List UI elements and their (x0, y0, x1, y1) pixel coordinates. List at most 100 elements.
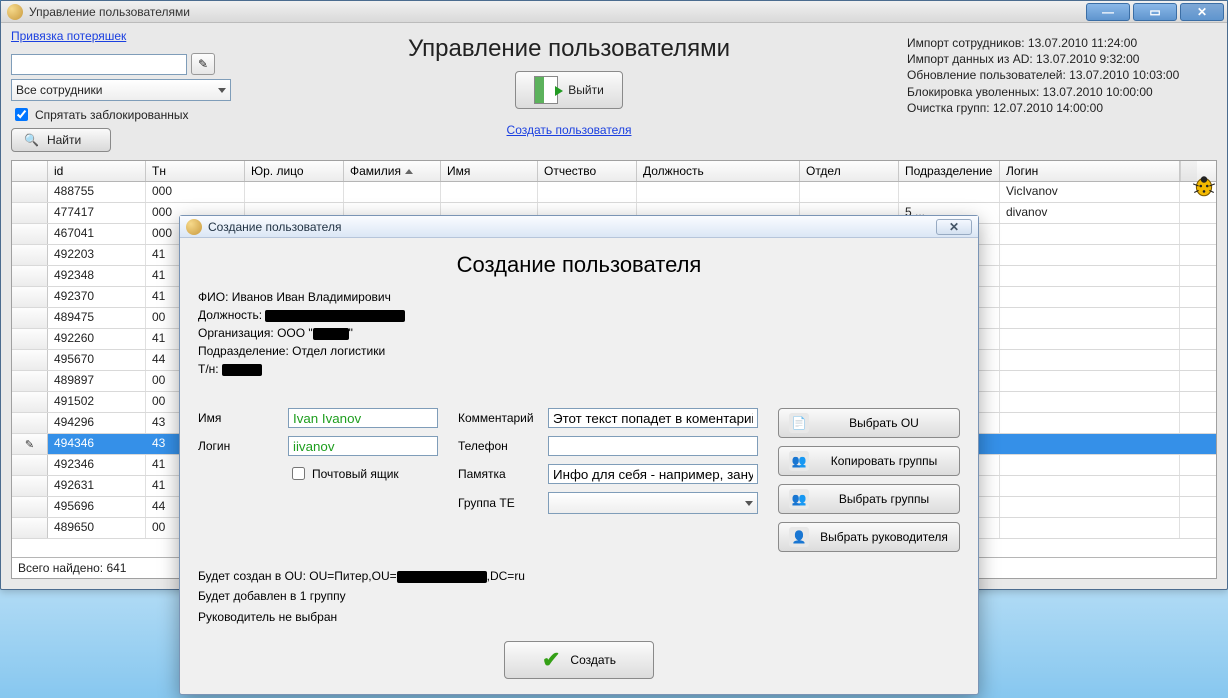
lost-link[interactable]: Привязка потеряшек (11, 29, 231, 43)
mailbox-input[interactable] (292, 467, 305, 480)
cell: 494296 (48, 413, 146, 433)
create-user-link[interactable]: Создать пользователя (507, 123, 632, 137)
dialog-status-block: Будет создан в OU: OU=Питер,OU=,DC=ru Бу… (198, 566, 960, 627)
employee-filter-combo[interactable]: Все сотрудники (11, 79, 231, 101)
cell (1000, 455, 1180, 475)
cell: 492203 (48, 245, 146, 265)
sort-asc-icon (405, 169, 413, 174)
cell: 495670 (48, 350, 146, 370)
row-header (12, 287, 48, 307)
table-row[interactable]: 488755000VicIvanov (12, 182, 1216, 203)
find-button[interactable]: 🔍 Найти (11, 128, 111, 152)
clear-search-button[interactable]: ✎ (191, 53, 215, 75)
cell (1000, 329, 1180, 349)
cell: divanov (1000, 203, 1180, 223)
comment-input[interactable] (548, 408, 758, 428)
name-input[interactable] (288, 408, 438, 428)
cell: 492346 (48, 455, 146, 475)
login-label: Логин (198, 439, 278, 453)
memo-label: Памятка (458, 467, 538, 481)
close-button[interactable]: ✕ (1180, 3, 1224, 21)
cell (637, 182, 800, 202)
hide-blocked-checkbox[interactable]: Спрятать заблокированных (11, 105, 231, 124)
cell: 491502 (48, 392, 146, 412)
tn-line: Т/н: (198, 362, 960, 376)
cell (441, 182, 538, 202)
login-input[interactable] (288, 436, 438, 456)
combo-label: Все сотрудники (16, 83, 102, 97)
editing-icon: ✎ (25, 438, 34, 451)
check-icon: ✔ (542, 647, 560, 673)
dialog-close-button[interactable]: ✕ (936, 219, 972, 235)
minimize-button[interactable]: — (1086, 3, 1130, 21)
cell (1000, 224, 1180, 244)
import-status-block: Импорт сотрудников: 13.07.2010 11:24:00 … (907, 35, 1217, 116)
row-header (12, 518, 48, 538)
row-header (12, 329, 48, 349)
document-icon: 📄 (789, 413, 809, 433)
create-button[interactable]: ✔ Создать (504, 641, 654, 679)
row-header (12, 182, 48, 202)
row-header (12, 266, 48, 286)
exit-button[interactable]: Выйти (515, 71, 623, 109)
col-tn[interactable]: Тн (146, 161, 245, 181)
row-header: ✎ (12, 434, 48, 454)
select-ou-button[interactable]: 📄 Выбрать OU (778, 408, 960, 438)
row-header (12, 392, 48, 412)
col-jur[interactable]: Юр. лицо (245, 161, 344, 181)
copy-groups-button[interactable]: 👥 Копировать группы (778, 446, 960, 476)
groups-status-line: Будет добавлен в 1 группу (198, 586, 960, 606)
cell: 489650 (48, 518, 146, 538)
select-manager-button[interactable]: 👤 Выбрать руководителя (778, 522, 960, 552)
dolzh-line: Должность: (198, 308, 960, 322)
cell: 477417 (48, 203, 146, 223)
users-icon: 👥 (789, 489, 809, 509)
app-icon (7, 4, 23, 20)
row-header (12, 476, 48, 496)
col-otdel[interactable]: Отдел (800, 161, 899, 181)
bug-report-icon[interactable] (1191, 173, 1217, 199)
magnifier-icon: 🔍 (24, 133, 39, 147)
phone-input[interactable] (548, 436, 758, 456)
main-title: Управление пользователями (29, 5, 1086, 19)
exit-label: Выйти (568, 83, 604, 97)
manager-status-line: Руководитель не выбран (198, 607, 960, 627)
col-login[interactable]: Логин (1000, 161, 1180, 181)
cell: 488755 (48, 182, 146, 202)
redacted-block (313, 328, 349, 340)
maximize-button[interactable]: ▭ (1133, 3, 1177, 21)
search-input[interactable] (11, 54, 187, 75)
cell: 492348 (48, 266, 146, 286)
col-otch[interactable]: Отчество (538, 161, 637, 181)
te-group-combo[interactable] (548, 492, 758, 514)
phone-label: Телефон (458, 439, 538, 453)
select-groups-button[interactable]: 👥 Выбрать группы (778, 484, 960, 514)
ou-status-line: Будет создан в OU: OU=Питер,OU=,DC=ru (198, 566, 960, 586)
cell (1000, 476, 1180, 496)
grid-corner (12, 161, 48, 181)
col-fam[interactable]: Фамилия (344, 161, 441, 181)
cell: 000 (146, 182, 245, 202)
cell: 489897 (48, 371, 146, 391)
chevron-down-icon (218, 88, 226, 93)
redacted-block (222, 364, 262, 376)
cell: 495696 (48, 497, 146, 517)
cell: 494346 (48, 434, 146, 454)
col-id[interactable]: id (48, 161, 146, 181)
cell (1000, 350, 1180, 370)
col-dolzh[interactable]: Должность (637, 161, 800, 181)
cell (1000, 287, 1180, 307)
podr-line: Подразделение: Отдел логистики (198, 344, 960, 358)
users-icon: 👥 (789, 451, 809, 471)
cell (245, 182, 344, 202)
mailbox-checkbox[interactable]: Почтовый ящик (288, 464, 399, 483)
status-line-4: Очистка групп: 12.07.2010 14:00:00 (907, 100, 1217, 116)
hide-blocked-input[interactable] (15, 108, 28, 121)
find-label: Найти (47, 133, 81, 147)
col-podr[interactable]: Подразделение (899, 161, 1000, 181)
memo-input[interactable] (548, 464, 758, 484)
main-titlebar: Управление пользователями — ▭ ✕ (1, 1, 1227, 23)
row-header (12, 224, 48, 244)
create-label: Создать (570, 653, 616, 667)
col-name[interactable]: Имя (441, 161, 538, 181)
